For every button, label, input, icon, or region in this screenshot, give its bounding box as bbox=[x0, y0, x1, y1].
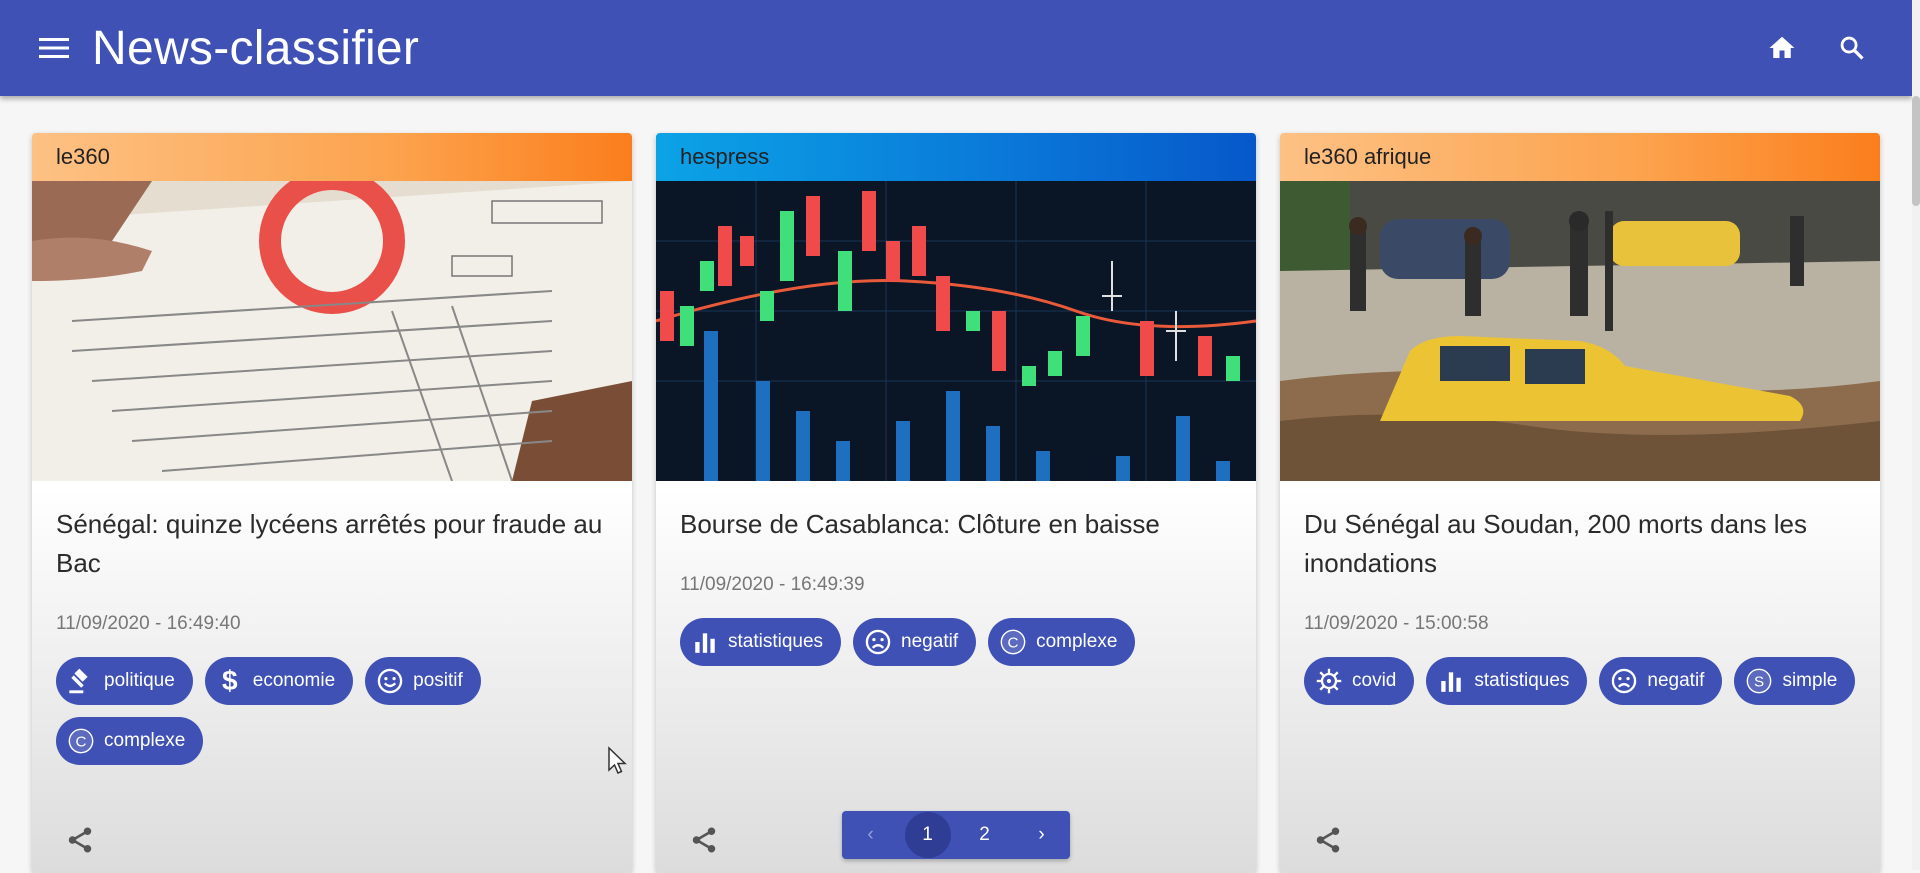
news-card[interactable]: le360 afrique Du Sénégal au Soudan, 200 … bbox=[1280, 133, 1880, 873]
svg-text:C: C bbox=[76, 733, 87, 750]
tag-label: statistiques bbox=[1474, 670, 1570, 691]
card-date: 11/09/2020 - 15:00:58 bbox=[1304, 613, 1489, 634]
tag-chip-politique[interactable]: politique bbox=[56, 657, 193, 705]
prev-page-button[interactable]: ‹ bbox=[848, 812, 894, 858]
tag-chip-statistiques[interactable]: statistiques bbox=[680, 618, 842, 666]
c-circle-icon: C bbox=[66, 726, 96, 756]
share-icon[interactable] bbox=[680, 816, 728, 864]
news-card[interactable]: hespress Bourse de Casablanca: Clôture e… bbox=[656, 133, 1256, 873]
search-icon[interactable] bbox=[1828, 24, 1876, 72]
tag-label: politique bbox=[104, 670, 175, 691]
card-title[interactable]: Du Sénégal au Soudan, 200 morts dans les… bbox=[1304, 505, 1856, 583]
tag-label: negatif bbox=[1647, 670, 1705, 691]
tag-label: positif bbox=[413, 670, 463, 691]
virus-icon bbox=[1314, 666, 1344, 696]
s-circle-icon: S bbox=[1744, 666, 1774, 696]
tag-chip-negatif[interactable]: negatif bbox=[1599, 657, 1723, 705]
card-title[interactable]: Sénégal: quinze lycéens arrêtés pour fra… bbox=[56, 505, 608, 583]
page-2-button[interactable]: 2 bbox=[962, 812, 1008, 858]
app-bar: News-classifier bbox=[0, 0, 1912, 96]
share-icon[interactable] bbox=[1304, 816, 1352, 864]
dollar-icon: $ bbox=[221, 665, 238, 696]
scrollbar[interactable] bbox=[1912, 0, 1920, 870]
scrollbar-thumb[interactable] bbox=[1912, 96, 1920, 206]
tag-label: negatif bbox=[901, 631, 959, 652]
tag-label: complexe bbox=[1036, 631, 1118, 652]
card-source-header: le360 bbox=[32, 133, 632, 181]
c-circle-icon: C bbox=[998, 627, 1028, 657]
card-source: le360 bbox=[56, 144, 110, 169]
gavel-icon bbox=[66, 666, 96, 696]
tag-label: statistiques bbox=[728, 631, 824, 652]
menu-icon[interactable] bbox=[30, 24, 78, 72]
tag-chip-economie[interactable]: $ economie bbox=[204, 657, 354, 705]
app-title: News-classifier bbox=[92, 21, 420, 75]
pagination: ‹ 1 2 › bbox=[842, 811, 1070, 859]
next-page-button[interactable]: › bbox=[1019, 812, 1065, 858]
tag-label: economie bbox=[252, 670, 336, 691]
share-icon[interactable] bbox=[56, 816, 104, 864]
card-title[interactable]: Bourse de Casablanca: Clôture en baisse bbox=[680, 505, 1232, 544]
tag-chip-negatif[interactable]: negatif bbox=[853, 618, 977, 666]
tag-label: covid bbox=[1352, 670, 1397, 691]
tag-chip-statistiques[interactable]: statistiques bbox=[1426, 657, 1588, 705]
news-card[interactable]: le360 Sénégal: quinze lycéens arrêtés po… bbox=[32, 133, 632, 873]
bar-chart-icon bbox=[1436, 666, 1466, 696]
tag-chip-simple[interactable]: S simple bbox=[1734, 657, 1856, 705]
home-icon[interactable] bbox=[1758, 24, 1806, 72]
card-image[interactable] bbox=[1280, 181, 1880, 481]
card-image[interactable] bbox=[656, 181, 1256, 481]
card-date: 11/09/2020 - 16:49:39 bbox=[680, 574, 865, 595]
tag-chip-complexe[interactable]: C complexe bbox=[988, 618, 1136, 666]
sad-icon bbox=[1609, 666, 1639, 696]
tag-chip-complexe[interactable]: C complexe bbox=[56, 717, 204, 765]
mouse-cursor-icon bbox=[607, 746, 629, 781]
sad-icon bbox=[863, 627, 893, 657]
tag-chip-positif[interactable]: positif bbox=[365, 657, 481, 705]
tag-chip-covid[interactable]: covid bbox=[1304, 657, 1415, 705]
tag-label: simple bbox=[1782, 670, 1838, 691]
page-1-button[interactable]: 1 bbox=[904, 812, 951, 858]
svg-text:C: C bbox=[1008, 634, 1019, 651]
card-date: 11/09/2020 - 16:49:40 bbox=[56, 613, 241, 634]
svg-text:S: S bbox=[1754, 673, 1764, 690]
card-source-header: hespress bbox=[656, 133, 1256, 181]
card-image[interactable] bbox=[32, 181, 632, 481]
card-source: le360 afrique bbox=[1304, 144, 1432, 169]
card-source: hespress bbox=[680, 144, 770, 169]
smile-icon bbox=[375, 666, 405, 696]
tag-label: complexe bbox=[104, 730, 186, 751]
bar-chart-icon bbox=[690, 627, 720, 657]
card-source-header: le360 afrique bbox=[1280, 133, 1880, 181]
